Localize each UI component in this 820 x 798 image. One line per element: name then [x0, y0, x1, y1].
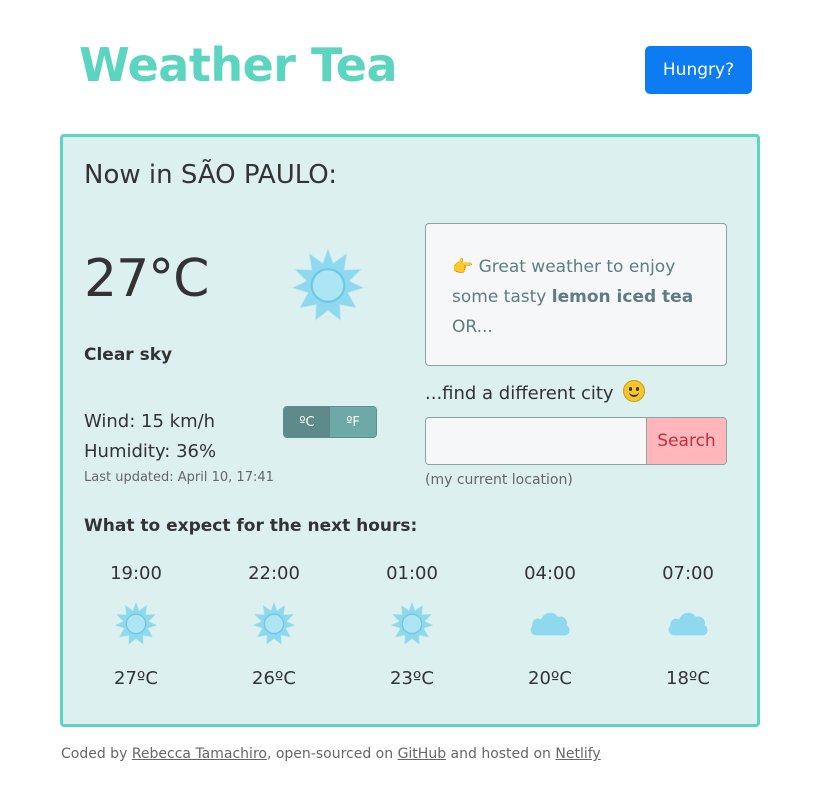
sun-icon	[291, 247, 365, 321]
smiley-icon	[623, 380, 646, 402]
search-button[interactable]: Search	[646, 418, 726, 464]
sun-icon	[114, 601, 158, 645]
hungry-button[interactable]: Hungry?	[645, 46, 752, 94]
tea-drink: lemon iced tea	[551, 287, 694, 307]
sun-icon	[390, 601, 434, 645]
unit-toggle: ºC ºF	[283, 406, 377, 438]
forecast-time: 04:00	[524, 563, 576, 584]
current-temperature: 27°C	[84, 249, 209, 309]
forecast-list: 19:00 27ºC 22:00 26ºC 01:00 23ºC 04:00 2…	[63, 561, 757, 701]
tea-suggestion: 👉 Great weather to enjoy some tasty lemo…	[425, 223, 727, 366]
current-city-heading: Now in SÃO PAULO:	[84, 160, 338, 190]
github-link[interactable]: GitHub	[398, 746, 447, 762]
tea-suffix: OR...	[452, 317, 493, 337]
city-search-input[interactable]	[426, 418, 646, 464]
weather-description: Clear sky	[84, 345, 173, 365]
forecast-temp: 27ºC	[114, 668, 158, 689]
forecast-item: 04:00 20ºC	[490, 561, 610, 701]
netlify-link[interactable]: Netlify	[555, 746, 600, 762]
fahrenheit-button[interactable]: ºF	[330, 407, 376, 437]
forecast-time: 07:00	[662, 563, 714, 584]
forecast-item: 07:00 18ºC	[628, 561, 748, 701]
footer: Coded by Rebecca Tamachiro, open-sourced…	[61, 746, 601, 762]
cloud-icon	[530, 612, 570, 636]
forecast-item: 01:00 23ºC	[352, 561, 472, 701]
cloud-icon	[668, 612, 708, 636]
header: Weather Tea Hungry?	[0, 0, 820, 120]
app-title: Weather Tea	[79, 38, 397, 92]
last-updated: Last updated: April 10, 17:41	[84, 470, 274, 485]
forecast-time: 22:00	[248, 563, 300, 584]
footer-coded-by: Coded by	[61, 746, 132, 762]
sun-icon	[252, 601, 296, 645]
find-city-text: ...find a different city	[425, 383, 614, 404]
search-form: Search	[425, 417, 727, 465]
footer-open-sourced: , open-sourced on	[266, 746, 398, 762]
humidity: Humidity: 36%	[84, 441, 217, 462]
forecast-item: 19:00 27ºC	[76, 561, 196, 701]
author-link[interactable]: Rebecca Tamachiro	[132, 746, 267, 762]
forecast-temp: 18ºC	[666, 668, 710, 689]
current-location-link[interactable]: (my current location)	[425, 472, 573, 488]
forecast-time: 01:00	[386, 563, 438, 584]
forecast-item: 22:00 26ºC	[214, 561, 334, 701]
forecast-time: 19:00	[110, 563, 162, 584]
forecast-temp: 20ºC	[528, 668, 572, 689]
forecast-temp: 23ºC	[390, 668, 434, 689]
footer-hosted: and hosted on	[446, 746, 556, 762]
wind-speed: Wind: 15 km/h	[84, 411, 216, 432]
celsius-button[interactable]: ºC	[284, 407, 330, 437]
forecast-temp: 26ºC	[252, 668, 296, 689]
pointing-hand-icon: 👉	[452, 257, 474, 277]
forecast-title: What to expect for the next hours:	[84, 516, 418, 536]
weather-card: Now in SÃO PAULO: 27°C Clear sky Wind: 1…	[60, 134, 760, 727]
find-city-label: ...find a different city	[425, 380, 646, 404]
